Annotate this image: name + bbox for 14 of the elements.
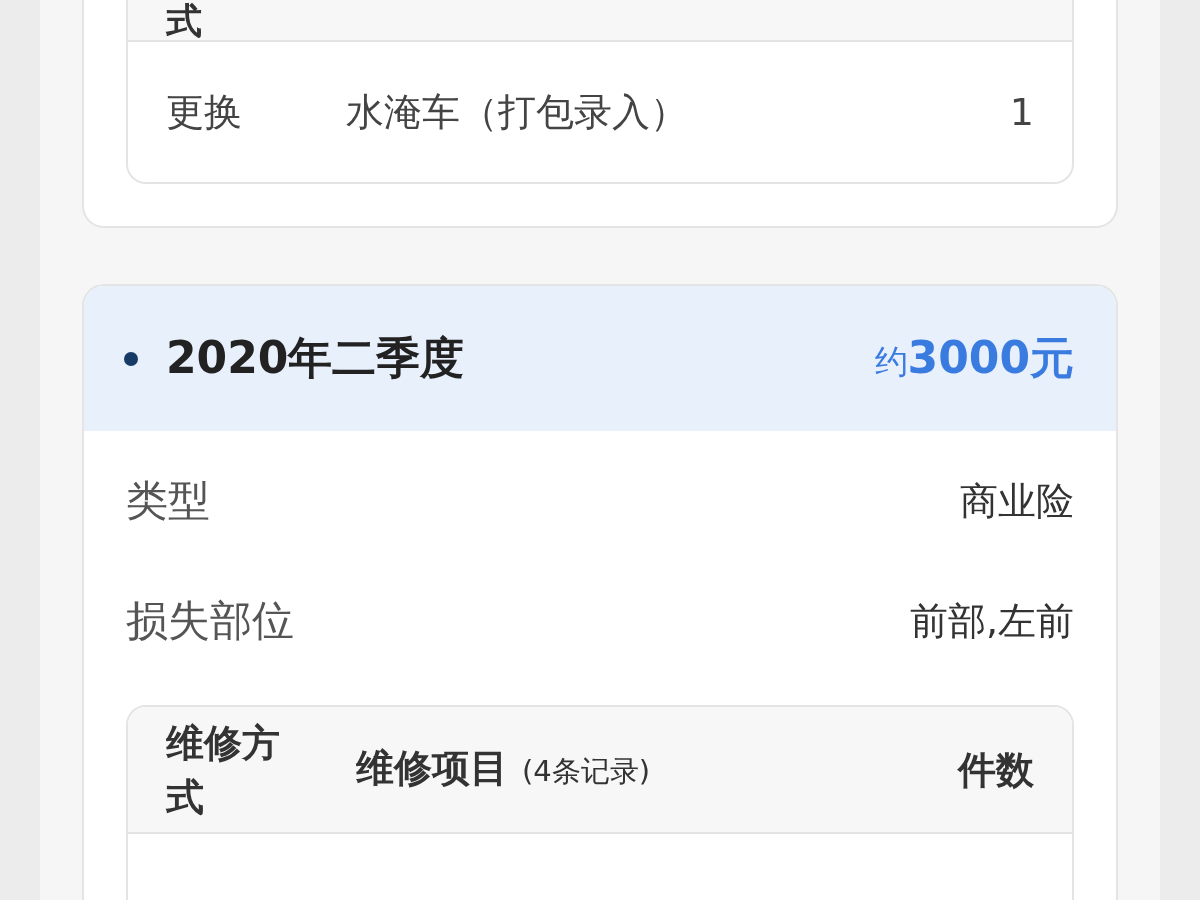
field-value: 前部,左前 bbox=[909, 597, 1074, 645]
bullet-icon bbox=[124, 351, 138, 366]
record-title: 2020年二季度 bbox=[166, 331, 466, 385]
field-label: 损失部位 bbox=[126, 595, 294, 647]
column-header: 件数 bbox=[956, 746, 1034, 794]
table-cell-text: 水淹车（打包录入） bbox=[346, 88, 689, 136]
field-value: 商业险 bbox=[960, 477, 1074, 525]
table-cell-text: 更换 bbox=[166, 88, 243, 136]
field-label: 类型 bbox=[126, 475, 210, 527]
table-cell-text: 1 bbox=[1008, 90, 1034, 134]
column-header: 维修项目 (4条记录) bbox=[356, 745, 652, 792]
column-header: 维修方式 bbox=[166, 719, 281, 821]
column-header: 式 bbox=[166, 2, 202, 40]
amount-text: 约3000元 bbox=[874, 331, 1074, 385]
